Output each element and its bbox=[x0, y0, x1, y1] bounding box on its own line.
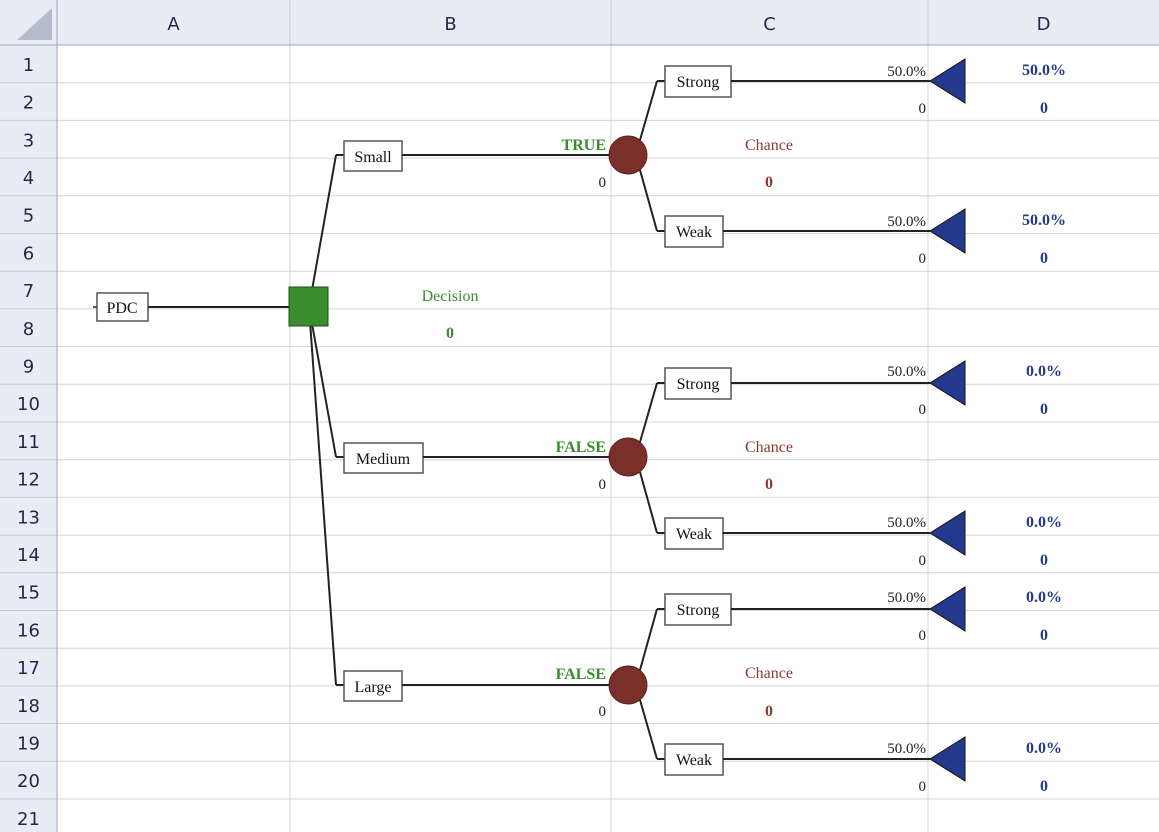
row-header-14[interactable]: 14 bbox=[17, 545, 40, 566]
result-prob: 0.0% bbox=[1026, 589, 1062, 606]
row-header-20[interactable]: 20 bbox=[17, 771, 40, 792]
chance-value: 0 bbox=[765, 476, 773, 493]
chance-node[interactable] bbox=[608, 665, 648, 705]
branch-value: 0 bbox=[599, 175, 607, 191]
outcome-value: 0 bbox=[919, 553, 927, 569]
column-header-d[interactable]: D bbox=[1037, 14, 1051, 35]
row-header-10[interactable]: 10 bbox=[17, 394, 40, 415]
result-prob: 50.0% bbox=[1022, 212, 1066, 229]
outcome-prob: 50.0% bbox=[887, 590, 926, 606]
result-prob: 50.0% bbox=[1022, 62, 1066, 79]
branch-label: Medium bbox=[356, 451, 411, 468]
branch-flag: TRUE bbox=[562, 137, 606, 154]
row-header-11[interactable]: 11 bbox=[17, 432, 40, 453]
result-value: 0 bbox=[1040, 627, 1048, 644]
chance-title: Chance bbox=[745, 137, 793, 154]
row-header-6[interactable]: 6 bbox=[23, 243, 34, 264]
spreadsheet-sheet[interactable]: A B C D123456789101112131415161718192021 PD… bbox=[0, 0, 1159, 832]
row-header-19[interactable]: 19 bbox=[17, 733, 40, 754]
chance-value: 0 bbox=[765, 703, 773, 720]
row-header-4[interactable]: 4 bbox=[23, 168, 34, 189]
result-value: 0 bbox=[1040, 100, 1048, 117]
row-header-12[interactable]: 12 bbox=[17, 470, 40, 491]
chance-title: Chance bbox=[745, 439, 793, 456]
row-header-16[interactable]: 16 bbox=[17, 620, 40, 641]
result-prob: 0.0% bbox=[1026, 740, 1062, 757]
branch-flag: FALSE bbox=[556, 666, 606, 683]
result-value: 0 bbox=[1040, 401, 1048, 418]
result-value: 0 bbox=[1040, 250, 1048, 267]
outcome-label: Weak bbox=[676, 752, 712, 769]
branch-label: Small bbox=[354, 149, 392, 166]
column-header-b[interactable]: B bbox=[444, 14, 456, 35]
outcome-value: 0 bbox=[919, 402, 927, 418]
row-header-7[interactable]: 7 bbox=[23, 281, 34, 302]
sheet-background bbox=[0, 0, 1159, 832]
outcome-prob: 50.0% bbox=[887, 214, 926, 230]
row-header-1[interactable]: 1 bbox=[23, 55, 34, 76]
result-prob: 0.0% bbox=[1026, 514, 1062, 531]
chance-node[interactable] bbox=[608, 437, 648, 477]
outcome-value: 0 bbox=[919, 628, 927, 644]
result-value: 0 bbox=[1040, 778, 1048, 795]
branch-flag: FALSE bbox=[556, 439, 606, 456]
decision-value: 0 bbox=[446, 325, 454, 342]
row-header-21[interactable]: 21 bbox=[17, 809, 40, 830]
row-header-13[interactable]: 13 bbox=[17, 507, 40, 528]
outcome-value: 0 bbox=[919, 251, 927, 267]
branch-value: 0 bbox=[599, 704, 607, 720]
row-header-3[interactable]: 3 bbox=[23, 130, 34, 151]
outcome-prob: 50.0% bbox=[887, 64, 926, 80]
outcome-label: Strong bbox=[677, 602, 720, 619]
row-header-15[interactable]: 15 bbox=[17, 583, 40, 604]
outcome-prob: 50.0% bbox=[887, 515, 926, 531]
row-header-8[interactable]: 8 bbox=[23, 319, 34, 340]
chance-node[interactable] bbox=[608, 135, 648, 175]
root-node-label: PDC bbox=[106, 300, 137, 317]
outcome-prob: 50.0% bbox=[887, 741, 926, 757]
row-header-18[interactable]: 18 bbox=[17, 696, 40, 717]
result-prob: 0.0% bbox=[1026, 363, 1062, 380]
column-header-a[interactable]: A bbox=[167, 14, 180, 35]
decision-node[interactable] bbox=[288, 286, 329, 327]
row-header-9[interactable]: 9 bbox=[23, 356, 34, 377]
outcome-label: Strong bbox=[677, 74, 720, 91]
row-header-2[interactable]: 2 bbox=[23, 93, 34, 114]
chance-value: 0 bbox=[765, 174, 773, 191]
row-header-5[interactable]: 5 bbox=[23, 206, 34, 227]
outcome-label: Weak bbox=[676, 224, 712, 241]
result-value: 0 bbox=[1040, 552, 1048, 569]
outcome-label: Strong bbox=[677, 376, 720, 393]
chance-title: Chance bbox=[745, 665, 793, 682]
branch-value: 0 bbox=[599, 477, 607, 493]
branch-label: Large bbox=[354, 679, 391, 696]
column-header-c[interactable]: C bbox=[763, 14, 776, 35]
outcome-label: Weak bbox=[676, 526, 712, 543]
row-header-17[interactable]: 17 bbox=[17, 658, 40, 679]
outcome-prob: 50.0% bbox=[887, 364, 926, 380]
outcome-value: 0 bbox=[919, 101, 927, 117]
outcome-value: 0 bbox=[919, 779, 927, 795]
decision-title: Decision bbox=[422, 288, 479, 305]
